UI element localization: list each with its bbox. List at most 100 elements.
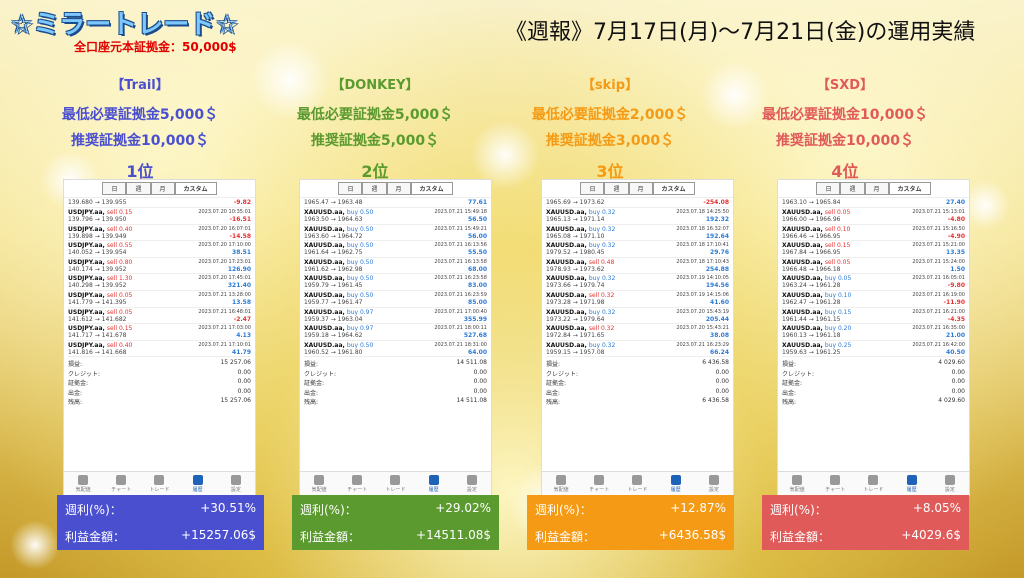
trade-row[interactable]: XAUUSD.aa, sell 0.15 2023.07.21 15:21:00 1… bbox=[782, 241, 965, 258]
trade-row[interactable]: XAUUSD.aa, buy 0.97 2023.07.21 18:00:11 19… bbox=[304, 324, 487, 341]
trade-row[interactable]: 1965.69 → 1973.62 -254.08 bbox=[546, 198, 729, 208]
tab-period[interactable]: 月 bbox=[150, 182, 175, 195]
tab-period[interactable]: カスタム bbox=[174, 182, 217, 195]
nav-chart[interactable]: チャート bbox=[106, 474, 136, 493]
trade-row[interactable]: USDJPY.aa, sell 0.55 2023.07.20 17:10:00 1… bbox=[68, 241, 251, 258]
trade-row[interactable]: XAUUSD.aa, buy 0.20 2023.07.21 16:35:00 19… bbox=[782, 324, 965, 341]
trade-row[interactable]: USDJPY.aa, sell 0.05 2023.07.21 16:48:01 1… bbox=[68, 308, 251, 325]
trade-row[interactable]: XAUUSD.aa, buy 0.32 2023.07.18 17:10:41 19… bbox=[546, 241, 729, 258]
summary-label: 出金: bbox=[546, 389, 561, 397]
tab-period[interactable]: カスタム bbox=[410, 182, 453, 195]
trade-row[interactable]: XAUUSD.aa, buy 0.50 2023.07.21 15:49:21 19… bbox=[304, 225, 487, 242]
nav-chart[interactable]: チャート bbox=[584, 474, 614, 493]
nav-quotes[interactable]: 気配値 bbox=[68, 474, 98, 493]
nav-trade[interactable]: トレード bbox=[380, 474, 410, 493]
tab-period[interactable]: 日 bbox=[338, 182, 363, 195]
history-icon bbox=[906, 474, 917, 485]
summary-row: 証拠金: 0.00 bbox=[546, 378, 729, 388]
nav-settings[interactable]: 設定 bbox=[221, 474, 251, 493]
nav-settings[interactable]: 設定 bbox=[457, 474, 487, 493]
trade-row[interactable]: XAUUSD.aa, buy 0.32 2023.07.18 16:32:07 19… bbox=[546, 225, 729, 242]
trade-row[interactable]: XAUUSD.aa, buy 0.32 2023.07.19 14:10:05 19… bbox=[546, 274, 729, 291]
nav-trade[interactable]: トレード bbox=[144, 474, 174, 493]
nav-label: トレード bbox=[149, 486, 170, 493]
trade-row[interactable]: USDJPY.aa, sell 0.40 2023.07.21 17:10:01 1… bbox=[68, 341, 251, 358]
nav-label: 履歴 bbox=[192, 486, 203, 493]
summary-label: クレジット: bbox=[304, 370, 337, 378]
nav-history[interactable]: 履歴 bbox=[897, 474, 927, 493]
trade-row[interactable]: USDJPY.aa, sell 0.15 2023.07.21 17:03:00 1… bbox=[68, 324, 251, 341]
trade-row[interactable]: 139.680 → 139.955 -9.82 bbox=[68, 198, 251, 208]
trade-time: 2023.07.21 16:35:00 bbox=[912, 325, 965, 332]
tab-period[interactable]: 日 bbox=[580, 182, 605, 195]
nav-chart[interactable]: チャート bbox=[820, 474, 850, 493]
trade-row[interactable]: XAUUSD.aa, buy 0.50 2023.07.21 16:13:58 19… bbox=[304, 258, 487, 275]
tab-period[interactable]: 週 bbox=[604, 182, 629, 195]
nav-label: 履歴 bbox=[906, 486, 917, 493]
nav-quotes[interactable]: 気配値 bbox=[782, 474, 812, 493]
trade-row[interactable]: XAUUSD.aa, sell 0.32 2023.07.19 14:15:06 1… bbox=[546, 291, 729, 308]
nav-history[interactable]: 履歴 bbox=[661, 474, 691, 493]
trade-profit: 192.32 bbox=[705, 216, 729, 223]
trade-list: 1963.10 → 1965.84 27.40 XAUUSD.aa, sell 0.… bbox=[778, 198, 969, 358]
trade-row[interactable]: USDJPY.aa, sell 0.05 2023.07.21 13:28:00 1… bbox=[68, 291, 251, 308]
trade-row[interactable]: XAUUSD.aa, buy 0.50 2023.07.21 18:31:00 19… bbox=[304, 341, 487, 358]
nav-settings[interactable]: 設定 bbox=[699, 474, 729, 493]
trade-row[interactable]: XAUUSD.aa, buy 0.50 2023.07.21 15:49:18 19… bbox=[304, 208, 487, 225]
trade-row[interactable]: XAUUSD.aa, buy 0.97 2023.07.21 17:00:40 19… bbox=[304, 308, 487, 325]
tab-period[interactable]: 週 bbox=[362, 182, 387, 195]
trade-time: 2023.07.20 17:45:01 bbox=[198, 275, 251, 282]
trade-row[interactable]: USDJPY.aa, sell 1.30 2023.07.20 17:45:01 1… bbox=[68, 274, 251, 291]
trade-row[interactable]: XAUUSD.aa, buy 0.10 2023.07.21 16:19:00 19… bbox=[782, 291, 965, 308]
tab-period[interactable]: カスタム bbox=[652, 182, 695, 195]
trade-symbol: USDJPY.aa, sell 0.05 bbox=[68, 291, 133, 299]
trade-row[interactable]: XAUUSD.aa, buy 0.25 2023.07.21 16:42:00 19… bbox=[782, 341, 965, 358]
trade-profit: 41.60 bbox=[710, 298, 729, 306]
trade-row[interactable]: XAUUSD.aa, buy 0.50 2023.07.21 16:13:56 19… bbox=[304, 241, 487, 258]
trade-row[interactable]: XAUUSD.aa, buy 0.32 2023.07.20 15:43:19 19… bbox=[546, 308, 729, 325]
trade-row[interactable]: XAUUSD.aa, sell 0.05 2023.07.21 15:24:00 1… bbox=[782, 258, 965, 275]
trade-time: 2023.07.21 16:05:01 bbox=[912, 275, 965, 282]
nav-quotes[interactable]: 気配値 bbox=[546, 474, 576, 493]
trade-prices: 139.898 → 139.949 bbox=[68, 232, 127, 240]
nav-history[interactable]: 履歴 bbox=[419, 474, 449, 493]
tab-period[interactable]: 日 bbox=[816, 182, 841, 195]
tab-period[interactable]: 日 bbox=[102, 182, 127, 195]
tab-period[interactable]: 月 bbox=[386, 182, 411, 195]
nav-history[interactable]: 履歴 bbox=[183, 474, 213, 493]
trade-side: sell 0.15 bbox=[824, 242, 851, 250]
trade-row[interactable]: XAUUSD.aa, buy 0.50 2023.07.21 16:23:58 19… bbox=[304, 274, 487, 291]
trade-row[interactable]: 1963.10 → 1965.84 27.40 bbox=[782, 198, 965, 208]
trade-side: buy 0.32 bbox=[588, 275, 616, 283]
trade-profit: 192.64 bbox=[705, 232, 729, 240]
trade-row[interactable]: XAUUSD.aa, sell 0.32 2023.07.20 15:43:21 1… bbox=[546, 324, 729, 341]
trade-row[interactable]: XAUUSD.aa, sell 0.48 2023.07.18 17:10:43 1… bbox=[546, 258, 729, 275]
tab-period[interactable]: 週 bbox=[126, 182, 151, 195]
trade-prices: 1978.93 → 1973.62 bbox=[546, 265, 605, 273]
nav-chart[interactable]: チャート bbox=[342, 474, 372, 493]
tab-period[interactable]: 週 bbox=[840, 182, 865, 195]
trade-row[interactable]: XAUUSD.aa, buy 0.15 2023.07.21 16:21:00 19… bbox=[782, 308, 965, 325]
nav-trade[interactable]: トレード bbox=[622, 474, 652, 493]
trade-row[interactable]: XAUUSD.aa, buy 0.32 2023.07.21 16:23:29 19… bbox=[546, 341, 729, 358]
trade-row[interactable]: USDJPY.aa, sell 0.80 2023.07.20 17:23:01 1… bbox=[68, 258, 251, 275]
tab-period[interactable]: 月 bbox=[628, 182, 653, 195]
recommended-margin: 推奨証拠金10,000＄ bbox=[775, 133, 915, 149]
tab-period[interactable]: カスタム bbox=[888, 182, 931, 195]
trade-row[interactable]: XAUUSD.aa, sell 0.05 2023.07.21 15:13:01 1… bbox=[782, 208, 965, 225]
nav-quotes[interactable]: 気配値 bbox=[304, 474, 334, 493]
tab-period[interactable]: 月 bbox=[864, 182, 889, 195]
trade-time: 2023.07.21 16:13:58 bbox=[434, 258, 487, 265]
nav-trade[interactable]: トレード bbox=[858, 474, 888, 493]
trade-row[interactable]: XAUUSD.aa, buy 0.50 2023.07.21 16:23:59 19… bbox=[304, 291, 487, 308]
nav-label: チャート bbox=[825, 486, 846, 493]
trade-row[interactable]: USDJPY.aa, sell 0.40 2023.07.20 16:07:01 1… bbox=[68, 225, 251, 242]
trade-row[interactable]: XAUUSD.aa, buy 0.05 2023.07.21 16:05:01 19… bbox=[782, 274, 965, 291]
trade-symbol: USDJPY.aa, sell 0.05 bbox=[68, 308, 133, 316]
trade-row[interactable]: USDJPY.aa, sell 0.15 2023.07.20 10:35:01 1… bbox=[68, 208, 251, 225]
trade-row[interactable]: 1965.47 → 1963.48 77.61 bbox=[304, 198, 487, 208]
nav-settings[interactable]: 設定 bbox=[935, 474, 965, 493]
account-summary: 損益: 6 436.58 クレジット: 0.00 証拠金: 0.00 出金: 0.00 残高: 6… bbox=[542, 357, 733, 409]
trade-row[interactable]: XAUUSD.aa, buy 0.32 2023.07.18 14:25:50 19… bbox=[546, 208, 729, 225]
trade-row[interactable]: XAUUSD.aa, sell 0.10 2023.07.21 15:16:50 1… bbox=[782, 225, 965, 242]
